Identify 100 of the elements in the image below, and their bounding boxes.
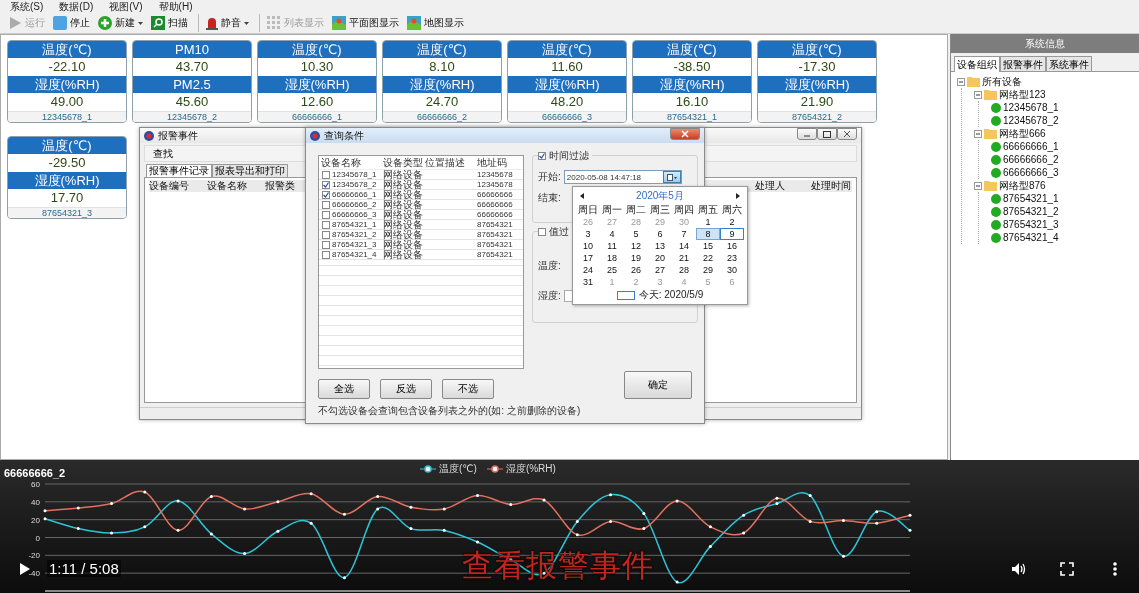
calendar-day[interactable]: 1 <box>696 216 720 228</box>
date-field[interactable]: 2020-05-08 14:47:18 <box>563 170 682 184</box>
calendar-day[interactable]: 7 <box>672 228 696 240</box>
maximize-button[interactable] <box>817 128 837 140</box>
calendar-day[interactable]: 30 <box>720 264 744 276</box>
checkbox[interactable] <box>322 211 330 219</box>
tree-item[interactable]: 网络型876 <box>999 179 1046 192</box>
calendar-day[interactable]: 12 <box>624 240 648 252</box>
toolbar-button[interactable]: 地图显示 <box>405 14 466 32</box>
tree-item[interactable]: 所有设备 <box>982 75 1022 88</box>
calendar-day[interactable]: 18 <box>600 252 624 264</box>
collapse-icon[interactable] <box>974 181 982 190</box>
checkbox[interactable] <box>538 152 546 160</box>
calendar-day[interactable]: 22 <box>696 252 720 264</box>
checkbox[interactable] <box>322 171 330 179</box>
tab[interactable]: 报警事件记录 <box>146 164 212 177</box>
menu-item[interactable]: 视图(V) <box>109 0 143 13</box>
tree-item[interactable]: 12345678_1 <box>1003 101 1059 114</box>
weekday-label: 周六 <box>721 203 743 216</box>
calendar-dropdown-button[interactable] <box>662 171 681 183</box>
checkbox[interactable] <box>322 191 330 199</box>
tab[interactable]: 报警事件 <box>1000 56 1046 71</box>
today-link[interactable]: 今天: 2020/5/9 <box>638 288 704 302</box>
collapse-icon[interactable] <box>974 129 982 138</box>
tree-item[interactable]: 87654321_1 <box>1003 192 1059 205</box>
collapse-icon[interactable] <box>974 90 982 99</box>
calendar-day[interactable]: 17 <box>576 252 600 264</box>
confirm-button[interactable]: 确定 <box>624 371 692 399</box>
toolbar-button[interactable]: 停止 <box>51 14 92 32</box>
checkbox[interactable] <box>538 228 546 236</box>
menu-item[interactable]: 帮助(H) <box>158 0 193 13</box>
tree-item[interactable]: 12345678_2 <box>1003 114 1059 127</box>
checkbox[interactable] <box>322 241 330 249</box>
push-button[interactable]: 全选 <box>318 379 370 399</box>
fullscreen-button[interactable] <box>1058 560 1076 578</box>
toolbar-button[interactable]: 新建 <box>96 14 145 32</box>
calendar-day[interactable]: 25 <box>600 264 624 276</box>
calendar-day[interactable]: 6 <box>648 228 672 240</box>
calendar-day[interactable]: 13 <box>648 240 672 252</box>
field-label: 开始: <box>538 171 561 183</box>
close-button[interactable] <box>837 128 857 140</box>
checkbox[interactable] <box>322 201 330 209</box>
push-button[interactable]: 不选 <box>442 379 494 399</box>
toolbar-button[interactable]: 静音 <box>198 14 251 32</box>
menu-item[interactable]: 数据(D) <box>59 0 94 13</box>
calendar-day[interactable]: 26 <box>624 264 648 276</box>
tree-item[interactable]: 66666666_1 <box>1003 140 1059 153</box>
calendar-day[interactable]: 15 <box>696 240 720 252</box>
tab[interactable]: 报表导出和打印 <box>212 164 288 177</box>
tab[interactable]: 设备组织 <box>954 56 1000 72</box>
calendar-day[interactable]: 10 <box>576 240 600 252</box>
menu-item[interactable]: 系统(S) <box>10 0 44 13</box>
checkbox[interactable] <box>322 221 330 229</box>
tree-item[interactable]: 66666666_3 <box>1003 166 1059 179</box>
checkbox[interactable] <box>322 181 330 189</box>
calendar-day[interactable]: 27 <box>648 264 672 276</box>
tree-item[interactable]: 87654321_4 <box>1003 231 1059 244</box>
calendar-day[interactable]: 3 <box>576 228 600 240</box>
toolbar-button[interactable]: 平面图显示 <box>330 14 401 32</box>
calendar-day[interactable]: 8 <box>696 228 720 240</box>
calendar-day[interactable]: 2 <box>720 216 744 228</box>
tab[interactable]: 系统事件 <box>1046 56 1092 71</box>
next-month-button[interactable] <box>734 191 742 201</box>
tree-item[interactable]: 87654321_3 <box>1003 218 1059 231</box>
device-id: 66666666_2 <box>383 111 501 122</box>
calendar-day[interactable]: 28 <box>672 264 696 276</box>
calendar-day[interactable]: 5 <box>624 228 648 240</box>
calendar-day[interactable]: 24 <box>576 264 600 276</box>
maximize-icon <box>823 130 831 138</box>
card-label: 湿度(%RH) <box>383 76 501 93</box>
calendar-day[interactable]: 21 <box>672 252 696 264</box>
close-button[interactable] <box>670 128 700 140</box>
toolbar-button[interactable]: 扫描 <box>149 14 190 32</box>
push-button[interactable]: 反选 <box>380 379 432 399</box>
calendar-day[interactable]: 19 <box>624 252 648 264</box>
checkbox[interactable] <box>322 251 330 259</box>
calendar-day[interactable]: 31 <box>576 276 600 288</box>
collapse-icon[interactable] <box>957 77 965 86</box>
find-button[interactable]: 查找 <box>151 146 175 161</box>
card-label: PM10 <box>133 41 251 58</box>
calendar-day[interactable]: 9 <box>720 228 744 240</box>
tree-item[interactable]: 网络型666 <box>999 127 1046 140</box>
month-title: 2020年5月 <box>636 189 684 203</box>
checkbox[interactable] <box>322 231 330 239</box>
calendar-day[interactable]: 4 <box>600 228 624 240</box>
calendar-day[interactable]: 11 <box>600 240 624 252</box>
app-icon <box>310 130 320 141</box>
calendar-day[interactable]: 14 <box>672 240 696 252</box>
calendar-icon <box>666 173 677 181</box>
calendar-day[interactable]: 29 <box>696 264 720 276</box>
tree-item[interactable]: 66666666_2 <box>1003 153 1059 166</box>
table-cell-text: 66666666 <box>476 190 514 200</box>
tree-item[interactable]: 87654321_2 <box>1003 205 1059 218</box>
prev-month-button[interactable] <box>578 191 586 201</box>
calendar-day[interactable]: 16 <box>720 240 744 252</box>
table-cell-text: 12345678 <box>476 180 514 190</box>
axis-label: 40 <box>31 497 40 507</box>
calendar-day[interactable]: 23 <box>720 252 744 264</box>
tree-item[interactable]: 网络型123 <box>999 88 1046 101</box>
calendar-day[interactable]: 20 <box>648 252 672 264</box>
